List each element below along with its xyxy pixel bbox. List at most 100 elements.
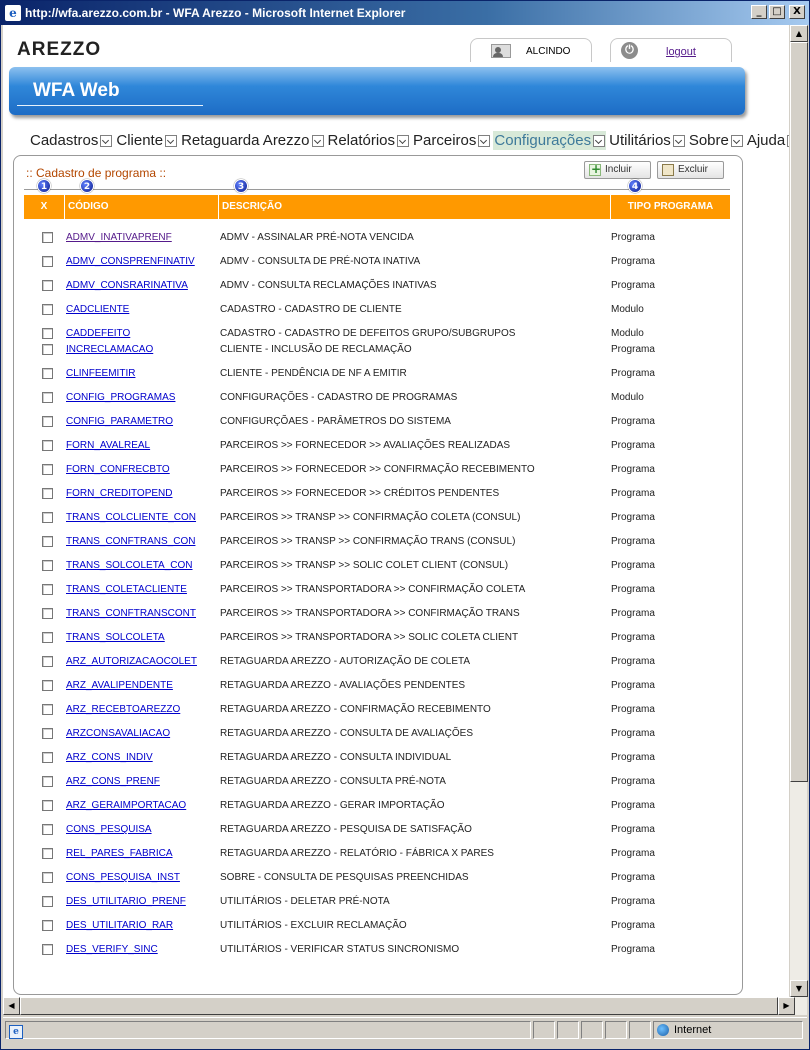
chevron-down-icon[interactable]	[100, 135, 113, 148]
column-tipo[interactable]: TIPO PROGRAMA	[610, 195, 730, 219]
row-checkbox[interactable]	[42, 848, 53, 859]
row-checkbox[interactable]	[42, 512, 53, 523]
program-code-link[interactable]: ADMV_INATIVAPRENF	[66, 232, 172, 243]
row-checkbox[interactable]	[42, 776, 53, 787]
close-button[interactable]: X	[789, 5, 805, 19]
program-code-link[interactable]: CONS_PESQUISA_INST	[66, 872, 180, 883]
program-code-link[interactable]: ADMV_CONSRARINATIVA	[66, 280, 188, 291]
row-checkbox[interactable]	[42, 232, 53, 243]
program-code-link[interactable]: TRANS_SOLCOLETA_CON	[66, 560, 193, 571]
program-code-link[interactable]: DES_UTILITARIO_PRENF	[66, 896, 186, 907]
row-checkbox[interactable]	[42, 488, 53, 499]
program-code-link[interactable]: FORN_AVALREAL	[66, 440, 150, 451]
row-checkbox[interactable]	[42, 344, 53, 355]
row-checkbox[interactable]	[42, 752, 53, 763]
program-code-link[interactable]: CONFIG_PROGRAMAS	[66, 392, 175, 403]
menu-item-8[interactable]: Ajuda	[746, 131, 789, 150]
chevron-down-icon[interactable]	[397, 135, 410, 148]
row-checkbox[interactable]	[42, 704, 53, 715]
logout-link[interactable]: logout	[666, 46, 696, 58]
program-code-link[interactable]: CLINFEEMITIR	[66, 368, 135, 379]
chevron-down-icon[interactable]	[478, 135, 491, 148]
program-code-link[interactable]: ARZ_GERAIMPORTACAO	[66, 800, 186, 811]
program-code-link[interactable]: REL_PARES_FABRICA	[66, 848, 173, 859]
row-checkbox[interactable]	[42, 464, 53, 475]
program-code-link[interactable]: TRANS_SOLCOLETA	[66, 632, 165, 643]
column-x[interactable]: X	[24, 195, 64, 219]
menu-item-2[interactable]: Retaguarda Arezzo	[180, 131, 324, 150]
menu-item-7[interactable]: Sobre	[688, 131, 744, 150]
program-code-link[interactable]: FORN_CONFRECBTO	[66, 464, 170, 475]
program-code-link[interactable]: CADDEFEITO	[66, 328, 130, 339]
program-code-link[interactable]: TRANS_CONFTRANS_CON	[66, 536, 195, 547]
chevron-down-icon[interactable]	[593, 135, 606, 148]
program-code-link[interactable]: DES_VERIFY_SINC	[66, 944, 158, 955]
scroll-right-icon[interactable]: ▶	[778, 997, 795, 1015]
program-code-link[interactable]: CONFIG_PARAMETRO	[66, 416, 173, 427]
row-checkbox[interactable]	[42, 304, 53, 315]
program-code-link[interactable]: ARZ_RECEBTOAREZZO	[66, 704, 180, 715]
menu-item-3[interactable]: Relatórios	[327, 131, 411, 150]
maximize-button[interactable]: □	[769, 5, 785, 19]
row-checkbox[interactable]	[42, 392, 53, 403]
row-checkbox[interactable]	[42, 560, 53, 571]
row-checkbox[interactable]	[42, 280, 53, 291]
menu-item-1[interactable]: Cliente	[115, 131, 178, 150]
program-code-link[interactable]: TRANS_COLCLIENTE_CON	[66, 512, 196, 523]
chevron-down-icon[interactable]	[165, 135, 178, 148]
scroll-up-icon[interactable]: ▲	[790, 25, 808, 42]
row-checkbox[interactable]	[42, 656, 53, 667]
program-code-link[interactable]: ARZ_AUTORIZACAOCOLET	[66, 656, 197, 667]
program-code-link[interactable]: ARZ_AVALIPENDENTE	[66, 680, 173, 691]
power-icon[interactable]: ⏻	[621, 42, 638, 59]
row-checkbox[interactable]	[42, 536, 53, 547]
program-code-link[interactable]: TRANS_CONFTRANSCONT	[66, 608, 196, 619]
scroll-left-icon[interactable]: ◀	[3, 997, 20, 1015]
row-checkbox[interactable]	[42, 368, 53, 379]
row-checkbox[interactable]	[42, 896, 53, 907]
chevron-down-icon[interactable]	[730, 135, 743, 148]
program-code-link[interactable]: TRANS_COLETACLIENTE	[66, 584, 187, 595]
menu-item-4[interactable]: Parceiros	[412, 131, 491, 150]
program-code-link[interactable]: ARZ_CONS_PRENF	[66, 776, 160, 787]
program-code-link[interactable]: CADCLIENTE	[66, 304, 129, 315]
row-checkbox[interactable]	[42, 256, 53, 267]
row-checkbox[interactable]	[42, 328, 53, 339]
row-checkbox[interactable]	[42, 728, 53, 739]
row-checkbox[interactable]	[42, 440, 53, 451]
row-checkbox[interactable]	[42, 872, 53, 883]
row-checkbox[interactable]	[42, 824, 53, 835]
row-checkbox[interactable]	[42, 800, 53, 811]
program-code-link[interactable]: ARZCONSAVALIACAO	[66, 728, 170, 739]
column-codigo[interactable]: CÓDIGO	[64, 195, 218, 219]
row-checkbox[interactable]	[42, 632, 53, 643]
excluir-button[interactable]: Excluir	[657, 161, 724, 179]
row-checkbox[interactable]	[42, 416, 53, 427]
program-description: ADMV - CONSULTA DE PRÉ-NOTA INATIVA	[220, 256, 421, 267]
row-checkbox[interactable]	[42, 584, 53, 595]
row-checkbox[interactable]	[42, 680, 53, 691]
vertical-scrollbar[interactable]: ▲ ▼	[789, 25, 808, 997]
menu-item-6[interactable]: Utilitários	[608, 131, 686, 150]
chevron-down-icon[interactable]	[672, 135, 685, 148]
row-checkbox[interactable]	[42, 920, 53, 931]
program-code-link[interactable]: CONS_PESQUISA	[66, 824, 152, 835]
vertical-scroll-thumb[interactable]	[790, 42, 808, 782]
incluir-button[interactable]: Incluir	[584, 161, 651, 179]
menu-item-0[interactable]: Cadastros	[29, 131, 113, 150]
menu-item-5[interactable]: Configurações	[493, 131, 607, 150]
horizontal-scrollbar[interactable]: ◀ ▶	[3, 997, 807, 1015]
program-code-link[interactable]: DES_UTILITARIO_RAR	[66, 920, 173, 931]
scroll-down-icon[interactable]: ▼	[790, 980, 808, 997]
program-code-link[interactable]: ADMV_CONSPRENFINATIV	[66, 256, 195, 267]
program-code-link[interactable]: ARZ_CONS_INDIV	[66, 752, 153, 763]
program-description: PARCEIROS >> FORNECEDOR >> CRÉDITOS PEND…	[220, 488, 500, 499]
program-code-link[interactable]: FORN_CREDITOPEND	[66, 488, 173, 499]
horizontal-scroll-thumb[interactable]	[20, 997, 778, 1015]
column-descricao[interactable]: DESCRIÇÃO	[218, 195, 610, 219]
row-checkbox[interactable]	[42, 944, 53, 955]
minimize-button[interactable]: _	[751, 5, 767, 19]
row-checkbox[interactable]	[42, 608, 53, 619]
chevron-down-icon[interactable]	[311, 135, 324, 148]
program-code-link[interactable]: INCRECLAMACAO	[66, 344, 153, 355]
